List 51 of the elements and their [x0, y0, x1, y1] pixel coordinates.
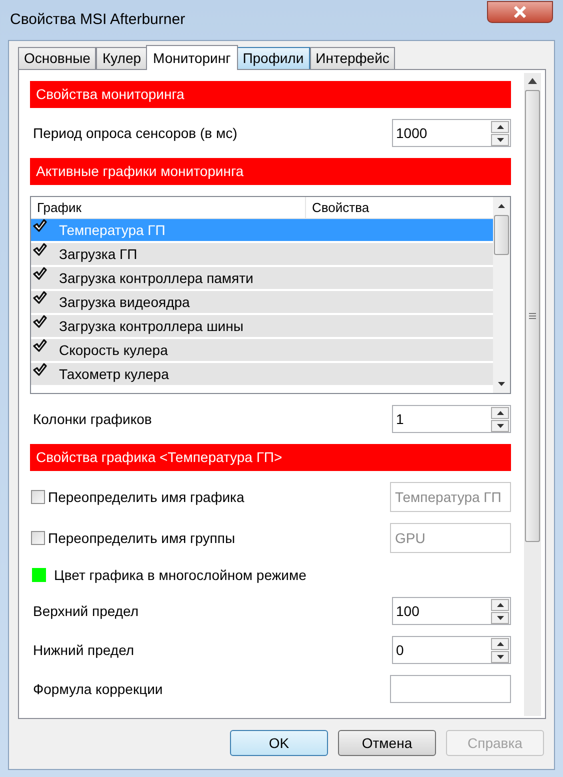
- window-title: Свойства MSI Afterburner: [10, 10, 186, 30]
- scroll-up-icon[interactable]: [528, 78, 537, 84]
- down-arrow-icon[interactable]: [496, 654, 504, 658]
- list-scrollbar[interactable]: [493, 197, 510, 393]
- grip-icon: [529, 313, 536, 319]
- up-arrow-icon[interactable]: [496, 410, 504, 414]
- color-swatch[interactable]: [32, 568, 46, 582]
- scrollbar-thumb[interactable]: [494, 215, 509, 255]
- list-row[interactable]: Загрузка контроллера шины: [31, 315, 493, 337]
- up-arrow-icon[interactable]: [496, 602, 504, 606]
- section-header: Активные графики мониторинга: [30, 158, 511, 185]
- down-arrow-icon[interactable]: [498, 382, 505, 386]
- field-label: Колонки графиков: [33, 410, 152, 429]
- dialog-button[interactable]: OK: [230, 730, 328, 756]
- field-label: Нижний предел: [33, 640, 134, 660]
- field-label: Переопределить имя группы: [48, 528, 236, 548]
- column-header[interactable]: График: [31, 197, 306, 218]
- section-header: Свойства графика <Температура ГП>: [30, 444, 511, 471]
- list-row[interactable]: Скорость кулера: [31, 339, 493, 361]
- field-label: Период опроса сенсоров (в мс): [33, 124, 238, 143]
- list-row[interactable]: Загрузка ГП: [31, 243, 493, 265]
- scrollbar[interactable]: [524, 73, 541, 716]
- spin-box[interactable]: 1000: [392, 119, 511, 147]
- spin-box[interactable]: 0: [392, 636, 511, 664]
- up-arrow-icon[interactable]: [496, 124, 504, 128]
- spin-box[interactable]: 100: [392, 597, 511, 625]
- close-icon: [513, 6, 527, 18]
- tab[interactable]: Основные: [18, 47, 96, 69]
- tab[interactable]: Мониторинг: [146, 45, 238, 70]
- tab[interactable]: Интерфейс: [310, 47, 396, 69]
- field-label: Переопределить имя графика: [48, 488, 244, 507]
- section-header: Свойства мониторинга: [30, 81, 511, 108]
- field-label: Формула коррекции: [33, 680, 163, 699]
- dialog-button[interactable]: Отмена: [338, 730, 436, 756]
- down-arrow-icon[interactable]: [496, 424, 504, 428]
- list-row[interactable]: Загрузка видеоядра: [31, 291, 493, 313]
- up-arrow-icon[interactable]: [498, 204, 505, 208]
- column-header[interactable]: Свойства: [306, 197, 493, 218]
- down-arrow-icon[interactable]: [496, 138, 504, 142]
- list-row[interactable]: Загрузка контроллера памяти: [31, 267, 493, 289]
- down-arrow-icon[interactable]: [496, 616, 504, 620]
- list-row[interactable]: Тахометр кулера: [31, 363, 493, 385]
- close-button[interactable]: [487, 1, 553, 23]
- tab[interactable]: Кулер: [96, 47, 148, 69]
- spin-box[interactable]: 1: [392, 405, 511, 433]
- tab[interactable]: Профили: [236, 47, 310, 69]
- up-arrow-icon[interactable]: [496, 642, 504, 646]
- text-field[interactable]: [390, 675, 511, 703]
- scrollbar-thumb[interactable]: [525, 90, 540, 542]
- field-label: Верхний предел: [33, 602, 139, 621]
- field-label: Цвет графика в многослойном режиме: [54, 566, 306, 585]
